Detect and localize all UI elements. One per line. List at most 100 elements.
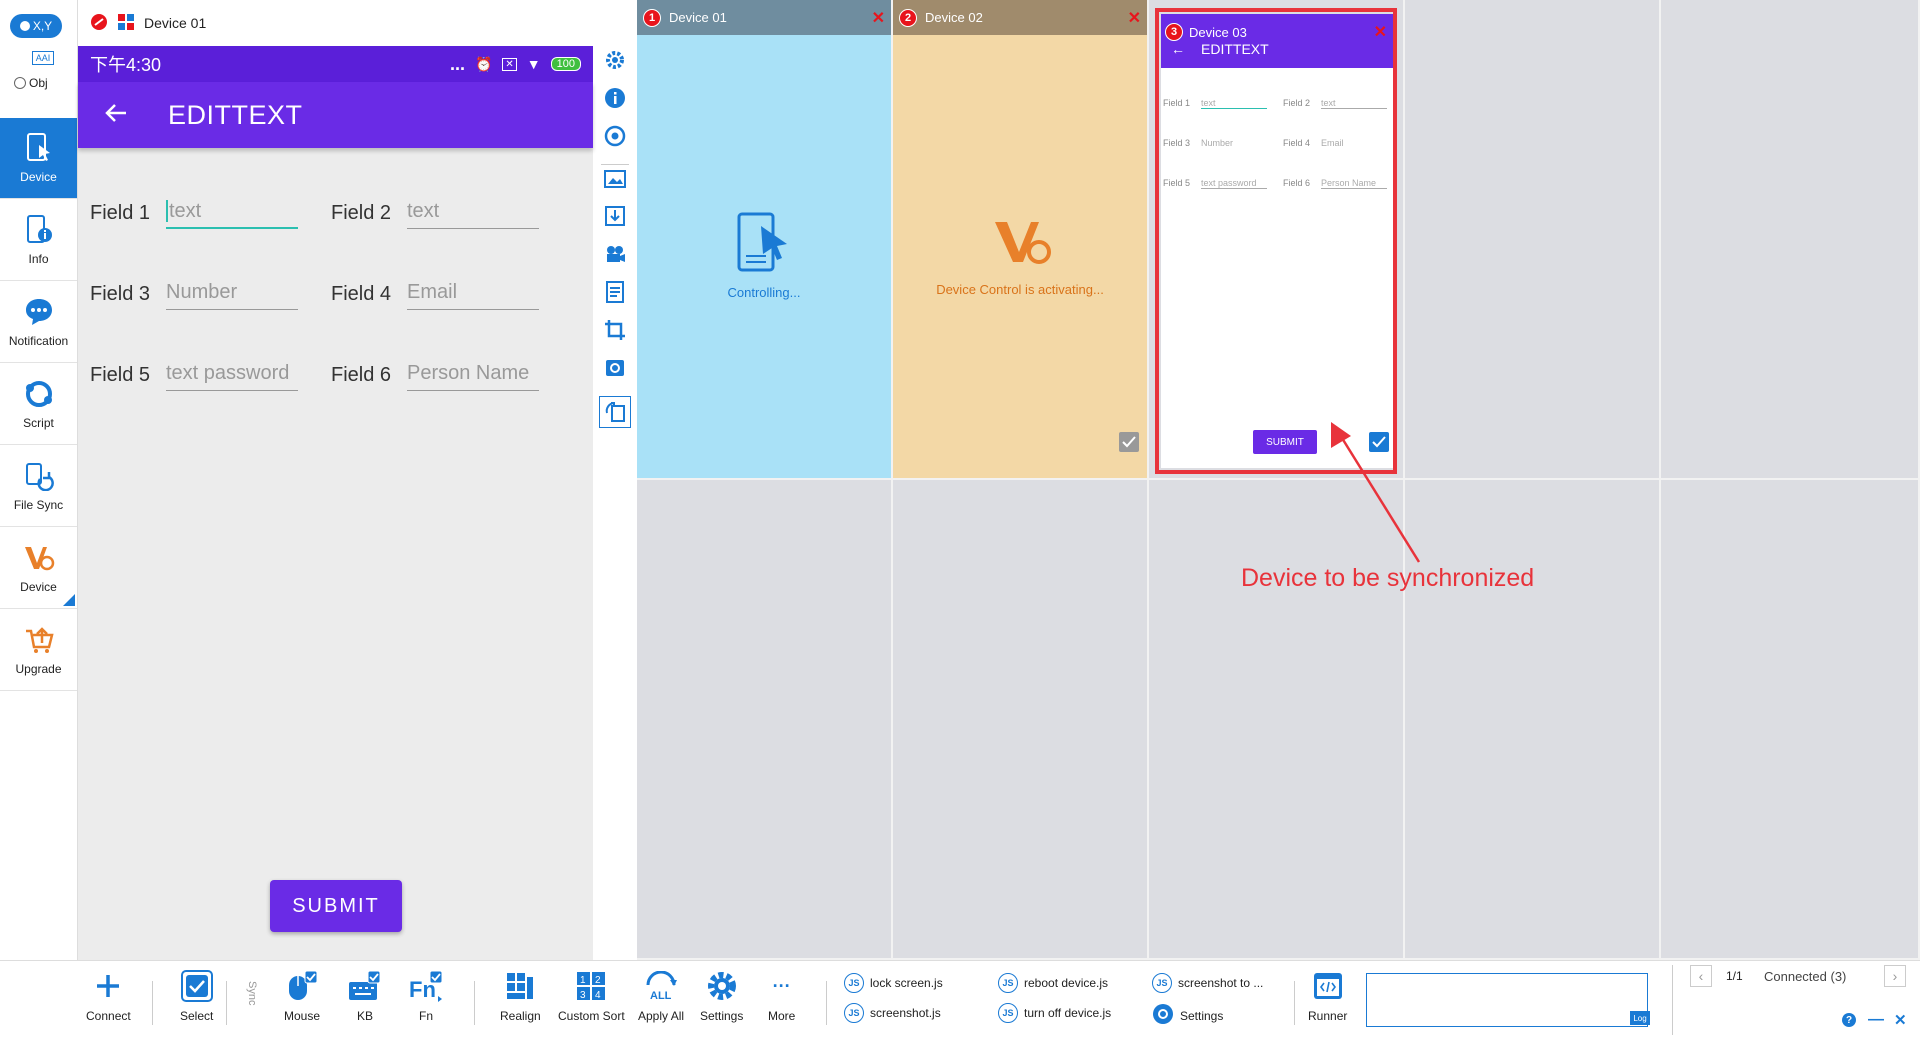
field-1-input[interactable]: text (166, 195, 298, 229)
target-icon[interactable] (601, 122, 629, 150)
empty-cell (1405, 0, 1661, 480)
device-settings-icon[interactable] (601, 354, 629, 382)
svg-text:4: 4 (595, 990, 601, 1001)
device-cell-1[interactable]: 1 Device 01 ✕ Controlling... (637, 0, 893, 480)
info-icon[interactable] (601, 84, 629, 112)
sidebar-item-file-sync[interactable]: File Sync (0, 446, 77, 527)
select-button[interactable]: Select (180, 969, 213, 1023)
bottom-toolbar: Connect Select Sync Mouse KB Fn Fn Realig… (0, 960, 1920, 1040)
script-lock-screen[interactable]: JS lock screen.js (844, 973, 943, 993)
aai-badge[interactable]: AAI (32, 51, 54, 65)
field-6-input[interactable]: Person Name (407, 357, 539, 391)
controlling-device-icon (737, 212, 791, 279)
next-page-button[interactable]: › (1884, 965, 1906, 987)
screenshot-icon[interactable] (601, 164, 629, 192)
status-icons: ... ⏰ ✕ ▼ 100 (450, 54, 581, 75)
sidebar-item-notification[interactable]: Notification (0, 282, 77, 363)
mode-toggle[interactable]: X,Y (10, 14, 62, 38)
more-dots-icon: ··· (772, 975, 791, 996)
toolbar-divider (1672, 965, 1673, 1035)
submit-button[interactable]: SUBMIT (270, 880, 402, 932)
settings-label: Settings (700, 1009, 744, 1023)
apply-all-button[interactable]: ALL Apply All (638, 969, 684, 1023)
close-icon[interactable]: ✕ (1128, 8, 1141, 28)
custom-sort-button[interactable]: 1 2 3 4 Custom Sort (558, 969, 625, 1023)
prev-page-button[interactable]: ‹ (1690, 965, 1712, 987)
phone-screen[interactable]: 下午4:30 ... ⏰ ✕ ▼ 100 EDITTEXT Field 1 te… (78, 46, 593, 960)
annotation-label: Device to be synchronized (1241, 564, 1535, 592)
more-button[interactable]: ··· More (768, 969, 795, 1024)
field-1-label: Field 1 (90, 202, 151, 224)
alarm-icon: ⏰ (474, 55, 493, 72)
mini-field-input: text (1201, 98, 1267, 109)
svg-text:1: 1 (580, 975, 586, 986)
mini-submit-button[interactable]: SUBMIT (1253, 430, 1317, 454)
field-5-input[interactable]: text password (166, 357, 298, 391)
sidebar-item-info[interactable]: Info (0, 200, 77, 281)
script-icon (23, 378, 55, 410)
sidebar-item-label: Info (28, 252, 49, 266)
corner-triangle-icon (63, 594, 75, 606)
sync-checkbox[interactable] (1119, 432, 1139, 452)
svg-text:2: 2 (595, 975, 601, 986)
device-title-bar: Device 01 (78, 0, 634, 46)
vc-logo-icon (993, 218, 1055, 273)
back-arrow-icon[interactable] (104, 102, 128, 129)
kb-sync-button[interactable]: KB (348, 969, 382, 1023)
kb-label: KB (356, 1009, 373, 1023)
close-window-icon[interactable]: ✕ (1894, 1011, 1907, 1029)
settings-gear-icon (1152, 1003, 1174, 1028)
field-3-input[interactable]: Number (166, 276, 298, 310)
battery-icon: 100 (550, 57, 581, 71)
sidebar-item-script[interactable]: Script (0, 364, 77, 445)
minimize-icon[interactable]: — (1868, 1011, 1884, 1029)
script-settings[interactable]: Settings (1152, 1003, 1223, 1028)
runner-button[interactable]: Runner (1308, 969, 1347, 1023)
help-icon[interactable]: ? (1842, 1013, 1856, 1027)
close-icon[interactable]: ✕ (872, 8, 885, 28)
windows-icon[interactable] (118, 13, 134, 33)
document-icon[interactable] (601, 278, 629, 306)
text-cursor (166, 200, 168, 222)
video-record-icon[interactable] (601, 240, 629, 268)
script-screenshot[interactable]: JS screenshot.js (844, 1003, 941, 1023)
crop-screen-icon[interactable] (601, 316, 629, 344)
field-4-input[interactable]: Email (407, 276, 539, 310)
log-badge[interactable]: Log (1630, 1011, 1650, 1025)
device-title: Device 01 (144, 15, 207, 31)
close-icon[interactable]: ✕ (1374, 22, 1387, 42)
js-icon: JS (1152, 973, 1172, 993)
record-icon[interactable] (90, 13, 108, 34)
sidebar-item-upgrade[interactable]: Upgrade (0, 610, 77, 691)
sidebar-item-device[interactable]: Device (0, 118, 77, 199)
rotate-screen-icon[interactable] (599, 396, 631, 428)
download-screen-icon[interactable] (601, 202, 629, 230)
mini-field-label: Field 5 (1163, 178, 1191, 188)
connect-button[interactable]: Connect (86, 969, 131, 1023)
settings-gear-icon[interactable] (601, 46, 629, 74)
device-cell-status: Device Control is activating... (936, 282, 1104, 297)
sidebar-item-device-control[interactable]: Device (0, 528, 77, 609)
script-screenshot-to[interactable]: JS screenshot to ... (1152, 973, 1263, 993)
realign-button[interactable]: Realign (500, 969, 541, 1023)
status-time: 下午4:30 (90, 55, 162, 75)
runner-label: Runner (1308, 1009, 1348, 1023)
runner-log-box[interactable] (1366, 973, 1648, 1027)
fn-sync-button[interactable]: Fn Fn (408, 969, 444, 1023)
field-2-label: Field 2 (331, 202, 392, 224)
device-cell-3[interactable]: 3 Device 03 ✕ ← EDITTEXT Field 1 text Fie… (1149, 0, 1405, 480)
mouse-sync-button[interactable]: Mouse (284, 969, 320, 1023)
script-reboot-device[interactable]: JS reboot device.js (998, 973, 1108, 993)
sidebar-item-label: Device (20, 580, 57, 594)
script-turn-off-device[interactable]: JS turn off device.js (998, 1003, 1111, 1023)
field-2-input[interactable]: text (407, 195, 539, 229)
device-cell-2[interactable]: 2 Device 02 ✕ Device Control is activati… (893, 0, 1149, 480)
obj-radio[interactable]: Obj (14, 76, 48, 90)
mini-phone-screen[interactable]: 3 Device 03 ✕ ← EDITTEXT Field 1 text Fie… (1161, 14, 1393, 468)
file-sync-icon (23, 460, 55, 492)
settings-button[interactable]: Settings (700, 969, 743, 1023)
mini-field-label: Field 4 (1283, 138, 1311, 148)
device-grid: 1 Device 01 ✕ Controlling... 2 Device 02… (637, 0, 1920, 960)
phone-status-bar: 下午4:30 ... ⏰ ✕ ▼ 100 (78, 46, 593, 82)
field-1-placeholder: text (169, 199, 202, 222)
